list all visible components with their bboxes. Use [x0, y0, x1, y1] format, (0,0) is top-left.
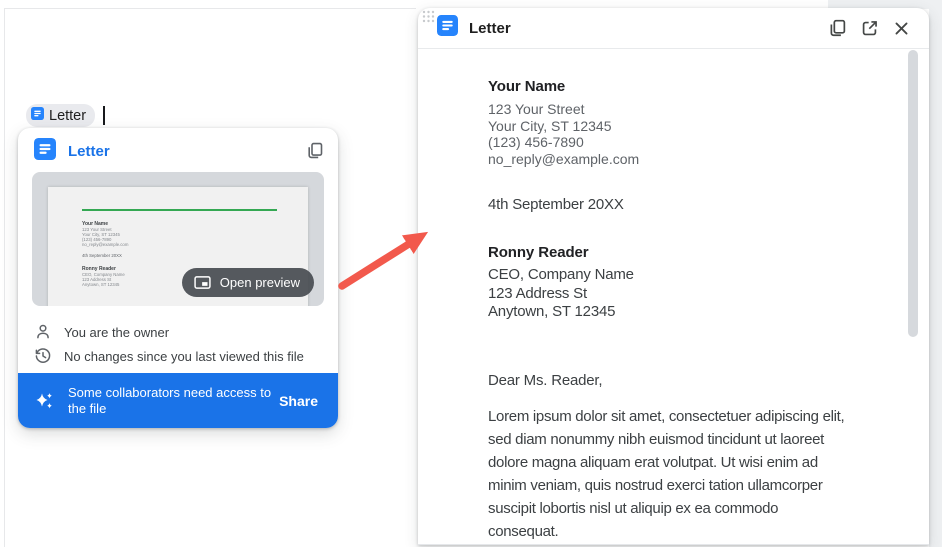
- preview-panel: Letter Your Name 123 Your Street Your Ci…: [418, 8, 929, 545]
- thumbnail-letterhead-rule: [82, 209, 277, 211]
- hover-card-header: Letter: [34, 138, 324, 164]
- changes-status-row: No changes since you last viewed this fi…: [34, 346, 322, 366]
- body-line: suscipit lobortis nisl ut aliquip ex ea …: [488, 497, 844, 520]
- open-preview-button[interactable]: Open preview: [182, 268, 314, 297]
- recipient-line: Anytown, ST 12345: [488, 303, 634, 322]
- access-banner: Some collaborators need access to the fi…: [18, 373, 338, 428]
- sender-line: (123) 456-7890: [488, 134, 639, 151]
- chip-label: Letter: [49, 108, 86, 124]
- sender-address: 123 Your Street Your City, ST 12345 (123…: [488, 101, 639, 167]
- body-line: consequat.: [488, 520, 844, 543]
- sender-line: 123 Your Street: [488, 101, 639, 118]
- letter-body: Lorem ipsum dolor sit amet, consectetuer…: [488, 405, 844, 543]
- background-surface: [929, 0, 942, 547]
- document-page-left-edge: [4, 8, 5, 547]
- docs-icon: [34, 138, 56, 165]
- scrollbar[interactable]: [908, 50, 918, 337]
- owner-status-row: You are the owner: [34, 322, 322, 342]
- sender-line: Your City, ST 12345: [488, 118, 639, 135]
- file-thumbnail[interactable]: Your Name 123 Your Street Your City, ST …: [32, 172, 324, 306]
- doc-smart-chip[interactable]: Letter: [26, 104, 95, 127]
- recipient-line: 123 Address St: [488, 285, 634, 304]
- sender-name: Your Name: [488, 78, 565, 95]
- salutation: Dear Ms. Reader,: [488, 372, 602, 391]
- recipient-name: Ronny Reader: [488, 244, 589, 261]
- hover-card-title[interactable]: Letter: [68, 143, 110, 160]
- thumbnail-letter-text: Your Name 123 Your Street Your City, ST …: [82, 221, 128, 287]
- sender-line: no_reply@example.com: [488, 151, 639, 168]
- history-icon: [34, 347, 52, 365]
- document-page-top-edge: [4, 8, 416, 9]
- thumb-line: no_reply@example.com: [82, 242, 128, 247]
- thumb-date: 4th September 20XX: [82, 253, 128, 258]
- owner-status-text: You are the owner: [64, 325, 169, 340]
- body-line: sed diam nonummy nibh euismod tincidunt …: [488, 428, 844, 451]
- docs-icon: [437, 15, 458, 41]
- sparkle-icon: [34, 390, 56, 412]
- share-button[interactable]: Share: [279, 393, 318, 409]
- preview-panel-title: Letter: [469, 20, 511, 37]
- access-banner-text: Some collaborators need access to the fi…: [68, 385, 279, 417]
- changes-status-text: No changes since you last viewed this fi…: [64, 349, 304, 364]
- open-in-new-icon[interactable]: [860, 19, 879, 38]
- text-cursor: [103, 106, 105, 125]
- body-line: dolore magna aliquam erat volutpat. Ut w…: [488, 451, 844, 474]
- person-icon: [34, 323, 52, 341]
- preview-panel-header: Letter: [418, 8, 929, 49]
- thumb-line: Anytown, ST 12345: [82, 282, 128, 287]
- body-line: minim veniam, quis nostrud exerci tation…: [488, 474, 844, 497]
- copy-icon[interactable]: [306, 142, 324, 160]
- open-preview-label: Open preview: [220, 275, 300, 290]
- docs-icon: [31, 107, 44, 125]
- close-icon[interactable]: [892, 19, 911, 38]
- file-hover-card: Letter Your Name 123 Your Street Your Ci…: [18, 128, 338, 428]
- body-line: Lorem ipsum dolor sit amet, consectetuer…: [488, 405, 844, 428]
- picture-in-picture-icon: [194, 276, 211, 289]
- recipient-line: CEO, Company Name: [488, 266, 634, 285]
- recipient-address: CEO, Company Name 123 Address St Anytown…: [488, 266, 634, 322]
- letter-date: 4th September 20XX: [488, 196, 624, 215]
- copy-icon[interactable]: [828, 19, 847, 38]
